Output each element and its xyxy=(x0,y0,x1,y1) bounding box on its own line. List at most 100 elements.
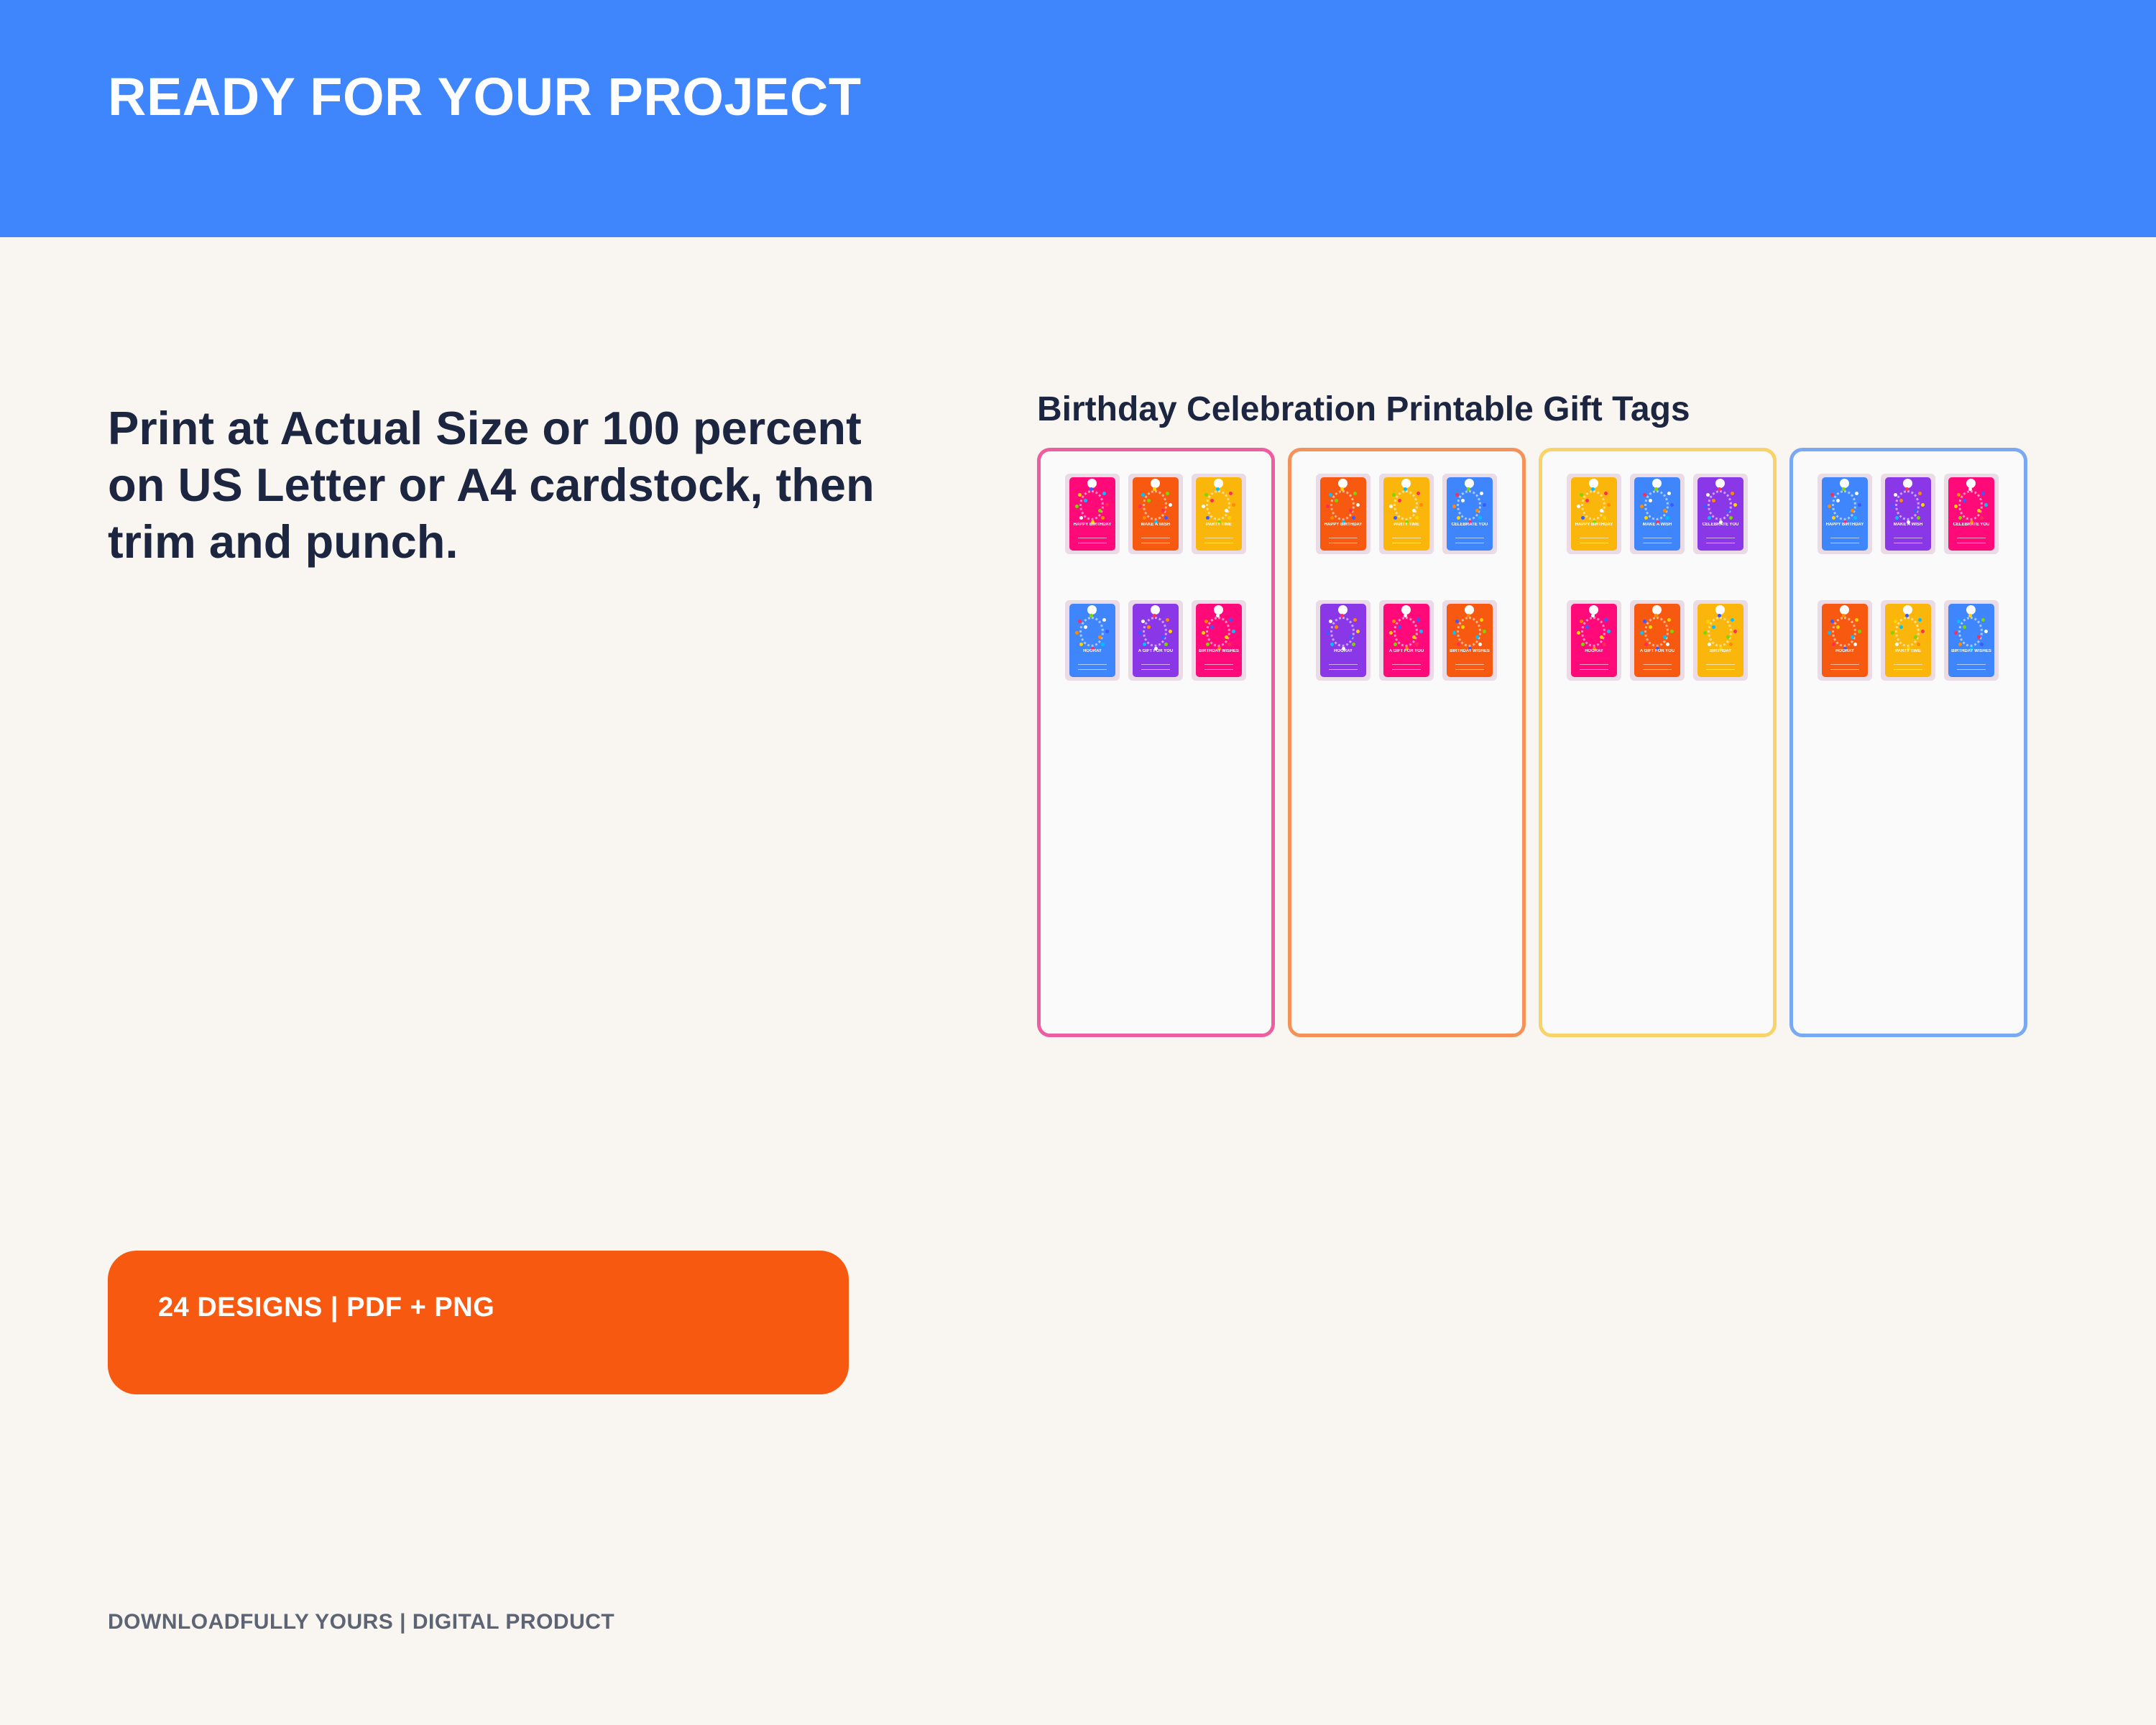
punch-hole-icon xyxy=(1401,605,1411,615)
punch-hole-icon xyxy=(1589,479,1598,488)
to-from-lines xyxy=(1957,664,1986,670)
punch-hole-icon xyxy=(1715,605,1725,615)
punch-hole-icon xyxy=(1840,479,1849,488)
confetti-wreath-icon xyxy=(1832,617,1856,647)
to-from-lines xyxy=(1706,664,1735,670)
gift-tag: MAKE A WISH xyxy=(1634,477,1680,551)
gift-tag-slot: HAPPY BIRTHDAY xyxy=(1316,474,1370,554)
punch-hole-icon xyxy=(1840,605,1849,615)
gift-tag-slot: CELEBRATE YOU xyxy=(1944,474,1999,554)
to-from-lines xyxy=(1706,538,1735,543)
gift-tag-slot: BIRTHDAY xyxy=(1693,600,1748,681)
gift-tag-text: A GIFT FOR YOU xyxy=(1639,649,1675,653)
punch-hole-icon xyxy=(1903,605,1912,615)
gift-tag-sheet: HAPPY BIRTHDAY MAKE A WISH PARTY TIME HOORA… xyxy=(1037,448,1275,1037)
confetti-wreath-icon xyxy=(1143,490,1167,520)
punch-hole-icon xyxy=(1087,479,1097,488)
gift-tag: HAPPY BIRTHDAY xyxy=(1069,477,1115,551)
to-from-lines xyxy=(1392,538,1421,543)
gift-tag: HAPPY BIRTHDAY xyxy=(1320,477,1366,551)
gift-tag-slot: BIRTHDAY WISHES xyxy=(1442,600,1497,681)
gift-tag-text: PARTY TIME xyxy=(1206,523,1232,527)
to-from-lines xyxy=(1455,538,1484,543)
format-badge-label: 24 DESIGNS | PDF + PNG xyxy=(158,1292,495,1322)
to-from-lines xyxy=(1580,664,1608,670)
punch-hole-icon xyxy=(1465,479,1474,488)
confetti-wreath-icon xyxy=(1832,490,1856,520)
gift-tag-text: HAPPY BIRTHDAY xyxy=(1575,523,1613,527)
gift-tag-text: HAPPY BIRTHDAY xyxy=(1073,523,1112,527)
gift-tag: HAPPY BIRTHDAY xyxy=(1571,477,1617,551)
gift-tag: BIRTHDAY xyxy=(1697,604,1743,677)
header-banner: READY FOR YOUR PROJECT xyxy=(0,0,2156,237)
gift-tag-text: BIRTHDAY WISHES xyxy=(1199,649,1239,653)
to-from-lines xyxy=(1329,664,1358,670)
confetti-wreath-icon xyxy=(1581,490,1606,520)
punch-hole-icon xyxy=(1401,479,1411,488)
punch-hole-icon xyxy=(1715,479,1725,488)
confetti-wreath-icon xyxy=(1457,617,1481,647)
gift-tag: BIRTHDAY WISHES xyxy=(1196,604,1242,677)
gift-tag-slot: HAPPY BIRTHDAY xyxy=(1065,474,1120,554)
confetti-wreath-icon xyxy=(1330,490,1355,520)
gift-tag: CELEBRATE YOU xyxy=(1697,477,1743,551)
gift-tag-text: CELEBRATE YOU xyxy=(1702,523,1739,527)
confetti-wreath-icon xyxy=(1644,490,1669,520)
to-from-lines xyxy=(1580,538,1608,543)
confetti-wreath-icon xyxy=(1079,490,1104,520)
gift-tag-text: BIRTHDAY WISHES xyxy=(1951,649,1991,653)
gift-tag-sheet: HAPPY BIRTHDAY PARTY TIME CELEBRATE YOU HOO… xyxy=(1288,448,1526,1037)
gift-tag-slot: A GIFT FOR YOU xyxy=(1630,600,1685,681)
to-from-lines xyxy=(1894,538,1922,543)
gift-tag-text: HOORAY xyxy=(1083,649,1102,653)
gift-tag-text: HAPPY BIRTHDAY xyxy=(1324,523,1363,527)
to-from-lines xyxy=(1078,538,1107,543)
gift-tag-text: CELEBRATE YOU xyxy=(1451,523,1488,527)
to-from-lines xyxy=(1830,538,1859,543)
gift-tag: A GIFT FOR YOU xyxy=(1634,604,1680,677)
gift-tag: CELEBRATE YOU xyxy=(1948,477,1994,551)
to-from-lines xyxy=(1643,538,1672,543)
footer-brand: DOWNLOADFULLY YOURS | DIGITAL PRODUCT xyxy=(108,1610,615,1634)
punch-hole-icon xyxy=(1151,605,1160,615)
gift-tag-slot: HAPPY BIRTHDAY xyxy=(1567,474,1621,554)
preview-title: Birthday Celebration Printable Gift Tags xyxy=(1037,390,1690,428)
confetti-wreath-icon xyxy=(1330,617,1355,647)
punch-hole-icon xyxy=(1903,479,1912,488)
gift-tag-slot: HAPPY BIRTHDAY xyxy=(1818,474,1872,554)
confetti-wreath-icon xyxy=(1708,490,1732,520)
gift-tag-slot: HOORAY xyxy=(1316,600,1370,681)
gift-tag: HOORAY xyxy=(1069,604,1115,677)
gift-tag-slot: A GIFT FOR YOU xyxy=(1128,600,1183,681)
to-from-lines xyxy=(1643,664,1672,670)
gift-tag: A GIFT FOR YOU xyxy=(1133,604,1179,677)
gift-tag-slot: A GIFT FOR YOU xyxy=(1379,600,1434,681)
gift-tag: CELEBRATE YOU xyxy=(1447,477,1493,551)
gift-tag-text: HOORAY xyxy=(1835,649,1854,653)
punch-hole-icon xyxy=(1465,605,1474,615)
confetti-wreath-icon xyxy=(1895,617,1920,647)
gift-tag-slot: PARTY TIME xyxy=(1379,474,1434,554)
gift-tag-text: A GIFT FOR YOU xyxy=(1388,649,1424,653)
to-from-lines xyxy=(1329,538,1358,543)
gift-tag-slot: HOORAY xyxy=(1818,600,1872,681)
format-badge: 24 DESIGNS | PDF + PNG xyxy=(108,1251,849,1394)
gift-tag-slot: HOORAY xyxy=(1567,600,1621,681)
gift-tag-slot: MAKE A WISH xyxy=(1630,474,1685,554)
confetti-wreath-icon xyxy=(1393,490,1418,520)
punch-hole-icon xyxy=(1589,605,1598,615)
punch-hole-icon xyxy=(1966,605,1976,615)
punch-hole-icon xyxy=(1087,605,1097,615)
gift-tag-sheet: HAPPY BIRTHDAY MAKE A WISH CELEBRATE YOU HO… xyxy=(1789,448,2027,1037)
gift-tag-slot: BIRTHDAY WISHES xyxy=(1192,600,1246,681)
gift-tag: BIRTHDAY WISHES xyxy=(1447,604,1493,677)
gift-tag-slot: HOORAY xyxy=(1065,600,1120,681)
gift-tag: PARTY TIME xyxy=(1885,604,1931,677)
gift-tag-text: HAPPY BIRTHDAY xyxy=(1825,523,1864,527)
punch-hole-icon xyxy=(1151,479,1160,488)
gift-tag-text: BIRTHDAY xyxy=(1709,649,1732,653)
confetti-wreath-icon xyxy=(1143,617,1167,647)
gift-tag-slot: BIRTHDAY WISHES xyxy=(1944,600,1999,681)
to-from-lines xyxy=(1894,664,1922,670)
gift-tag-slot: CELEBRATE YOU xyxy=(1693,474,1748,554)
